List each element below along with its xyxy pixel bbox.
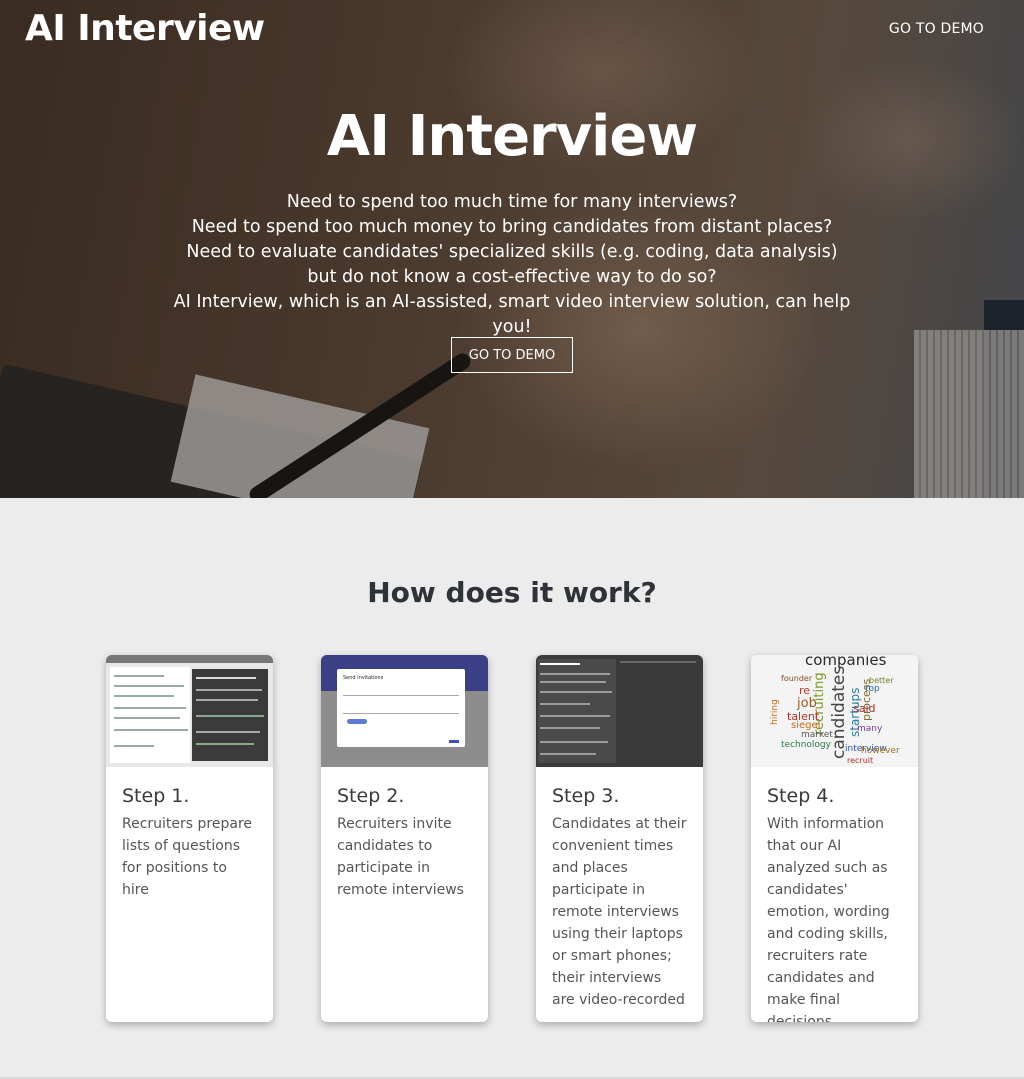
step-4-word-cloud: companies candidates recruiting startups… <box>751 655 918 767</box>
step-card-2: Send invitations Step 2. Recruiters invi… <box>321 655 488 1022</box>
nav-go-to-demo-link[interactable]: GO TO DEMO <box>889 21 984 37</box>
step-card-4: companies candidates recruiting startups… <box>751 655 918 1022</box>
step-4-title: Step 4. <box>767 785 835 807</box>
hero-go-to-demo-button[interactable]: GO TO DEMO <box>451 337 573 373</box>
step-card-1: Step 1. Recruiters prepare lists of ques… <box>106 655 273 1022</box>
word-cloud-word: better <box>869 676 894 685</box>
step-3-description: Candidates at their convenient times and… <box>552 816 687 1008</box>
hero-line-2: Need to spend too much money to bring ca… <box>191 217 833 237</box>
step-1-description: Recruiters prepare lists of questions fo… <box>122 816 253 898</box>
word-cloud-word: top <box>865 684 880 694</box>
hero-line-3: Need to evaluate candidates' specialized… <box>186 242 838 287</box>
step-2-dialog-title: Send invitations <box>343 675 384 681</box>
word-cloud-word: market <box>801 730 833 740</box>
hero-line-4: AI Interview, which is an AI-assisted, s… <box>173 292 851 337</box>
word-cloud-word: technology <box>781 740 831 750</box>
hero-line-1: Need to spend too much time for many int… <box>286 192 738 212</box>
how-it-works-title: How does it work? <box>367 576 657 609</box>
step-2-screenshot: Send invitations <box>321 655 488 767</box>
word-cloud-word: many <box>857 724 883 734</box>
word-cloud-word: founder <box>781 674 813 683</box>
word-cloud-word: job <box>797 696 817 711</box>
step-2-description: Recruiters invite candidates to particip… <box>337 816 464 898</box>
step-1-screenshot <box>106 655 273 767</box>
word-cloud-word: hiring <box>770 699 780 725</box>
step-1-title: Step 1. <box>122 785 190 807</box>
step-3-title: Step 3. <box>552 785 620 807</box>
step-3-screenshot <box>536 655 703 767</box>
step-2-title: Step 2. <box>337 785 405 807</box>
step-card-3: Step 3. Candidates at their convenient t… <box>536 655 703 1022</box>
word-cloud-word: recruit <box>847 756 874 765</box>
hero-description: Need to spend too much time for many int… <box>170 190 854 340</box>
hero-title: AI Interview <box>326 104 698 169</box>
site-logo[interactable]: AI Interview <box>25 8 265 49</box>
word-cloud-word: however <box>861 746 900 756</box>
word-cloud-word: re <box>799 684 811 697</box>
hero-section: AI Interview GO TO DEMO AI Interview Nee… <box>0 0 1024 498</box>
word-cloud-word: said <box>853 702 876 715</box>
step-4-description: With information that our AI analyzed su… <box>767 816 890 1022</box>
